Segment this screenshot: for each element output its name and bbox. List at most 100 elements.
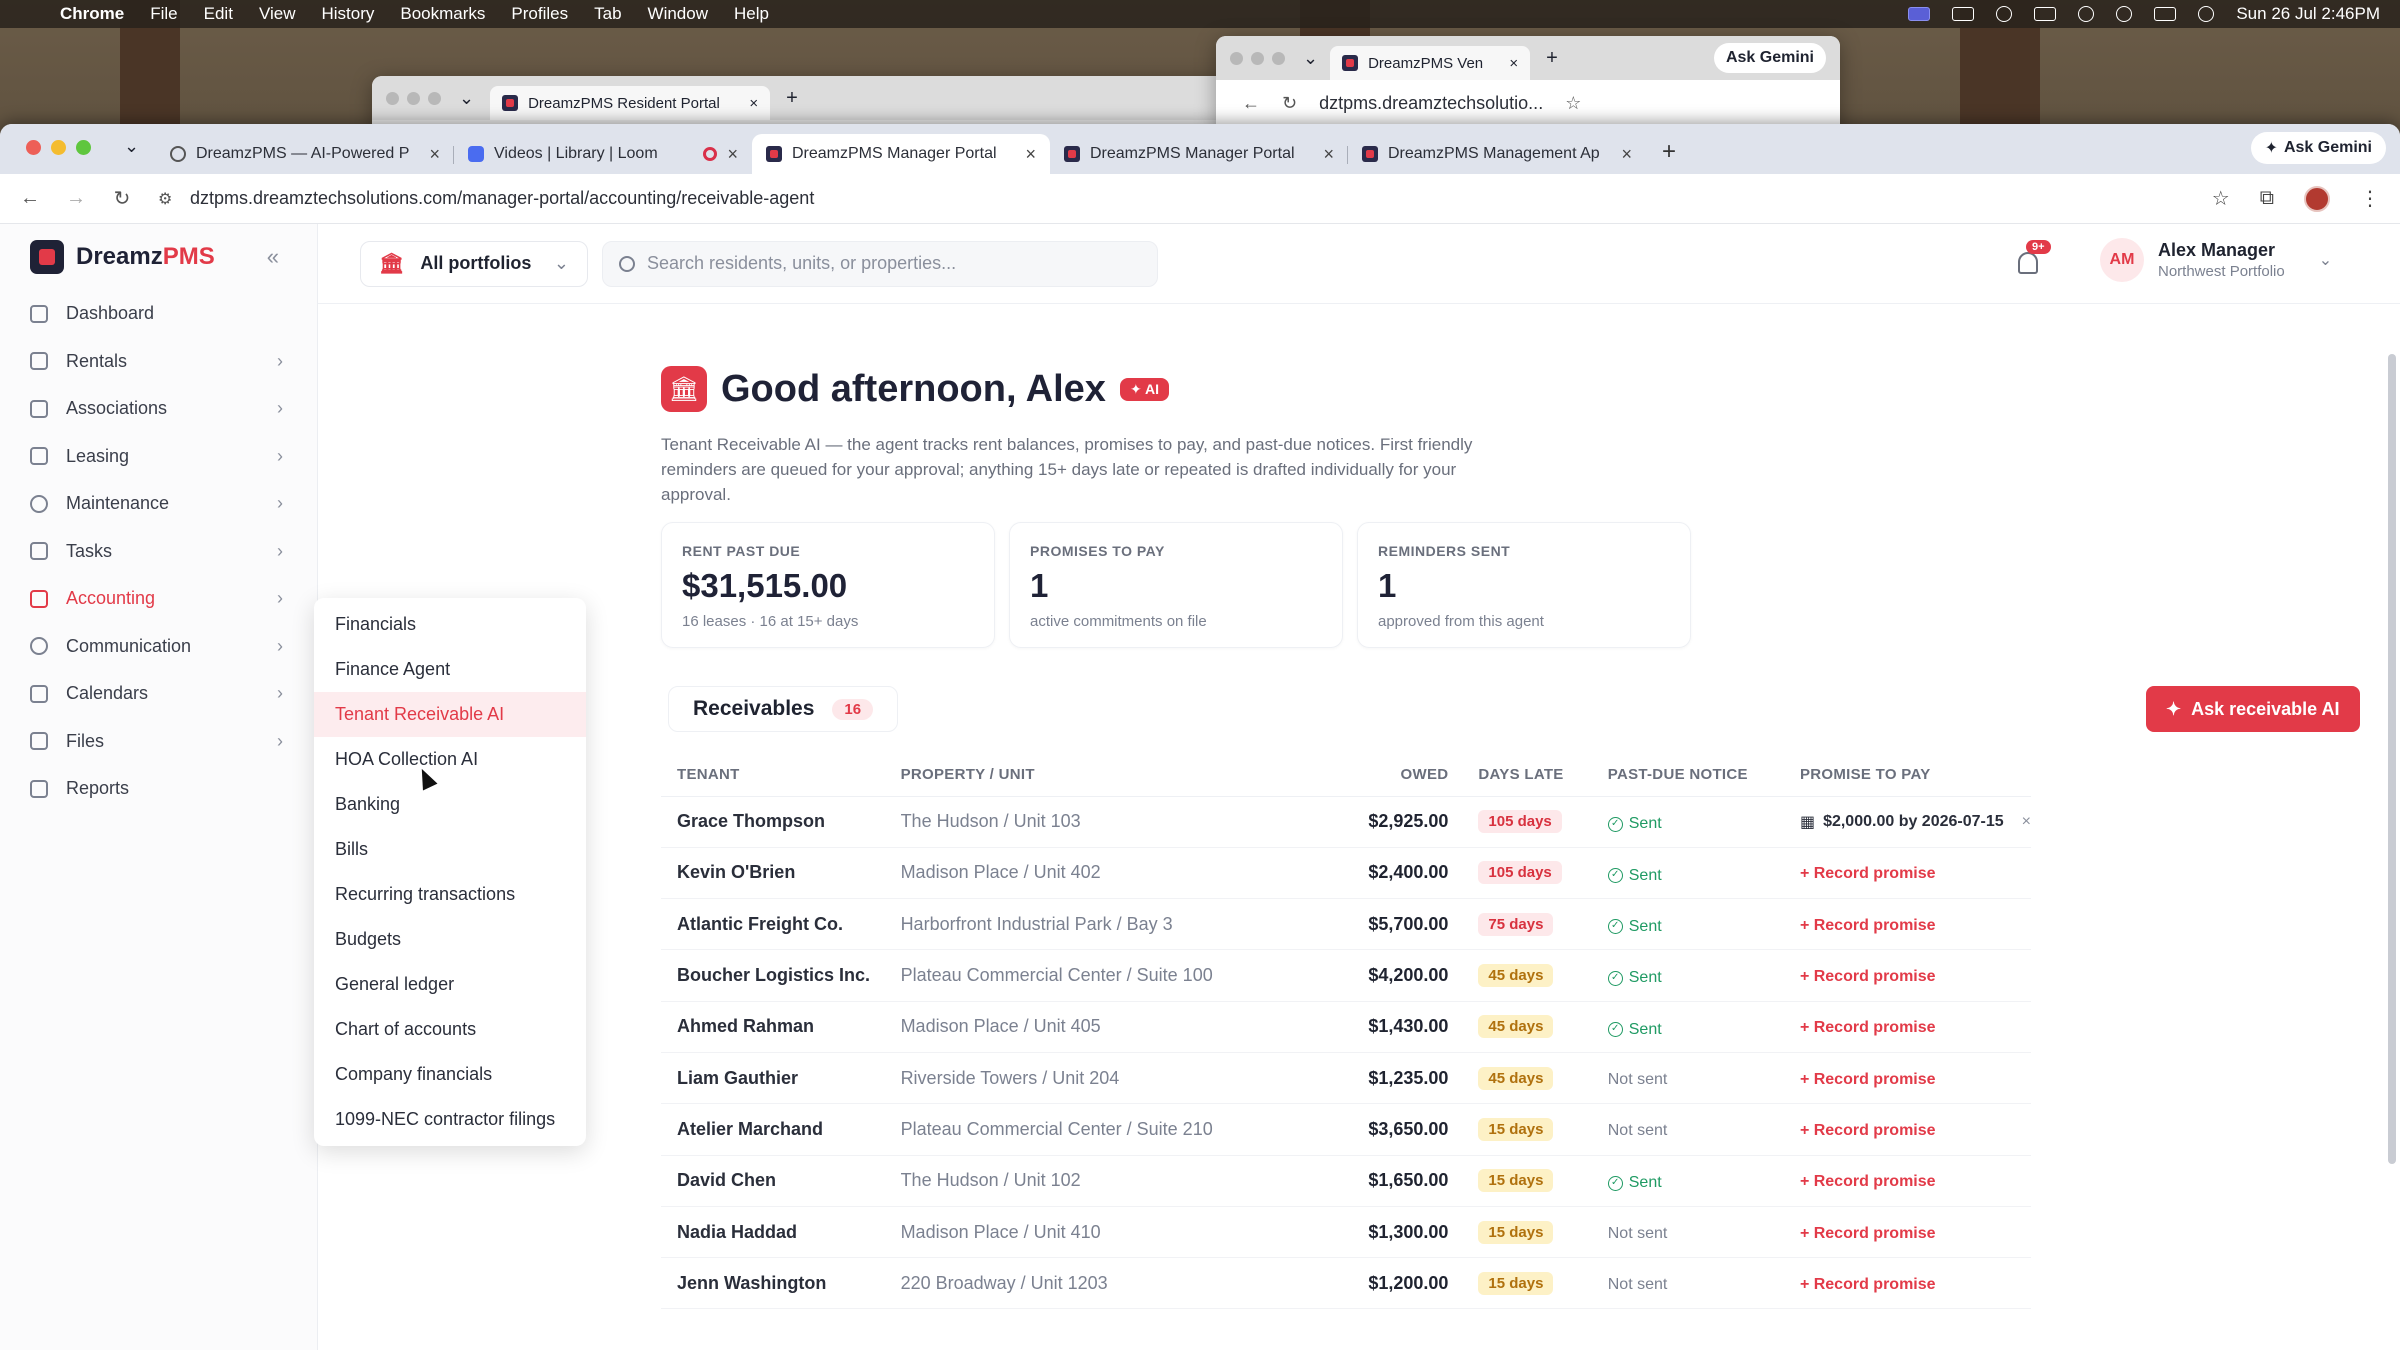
menu-window[interactable]: Window bbox=[648, 4, 708, 24]
tab-list-chevron-icon[interactable]: ⌄ bbox=[1303, 48, 1318, 69]
table-row[interactable]: Jenn Washington 220 Broadway / Unit 1203 $… bbox=[661, 1257, 2031, 1310]
new-tab-icon[interactable]: + bbox=[1546, 47, 1558, 70]
apple-icon[interactable] bbox=[20, 4, 38, 24]
tab-close-icon[interactable]: × bbox=[1621, 144, 1632, 165]
tab-close-icon[interactable]: × bbox=[1025, 144, 1036, 165]
tab-receivables[interactable]: Receivables 16 bbox=[668, 686, 899, 732]
back-icon[interactable]: ← bbox=[1242, 93, 1260, 114]
profile-avatar[interactable] bbox=[2304, 185, 2330, 212]
tab-list-chevron-icon[interactable]: ⌄ bbox=[459, 88, 474, 109]
siri-icon[interactable] bbox=[2198, 6, 2215, 22]
flyout-item-chart-of-accounts[interactable]: Chart of accounts bbox=[314, 1007, 586, 1052]
clock[interactable]: Sun 26 Jul 2:46PM bbox=[2236, 4, 2380, 24]
site-settings-icon[interactable]: ⚙ bbox=[158, 189, 176, 209]
close-window-button[interactable] bbox=[26, 140, 41, 155]
collapse-sidebar-icon[interactable]: « bbox=[267, 244, 279, 270]
table-row[interactable]: Nadia Haddad Madison Place / Unit 410 $1,3… bbox=[661, 1206, 2031, 1259]
sidebar-item-rentals[interactable]: Rentals › bbox=[0, 338, 317, 386]
sidebar-item-associations[interactable]: Associations › bbox=[0, 385, 317, 433]
column-header-owed[interactable]: OWED bbox=[1319, 754, 1479, 797]
tab-manager-portal-active[interactable]: DreamzPMS Manager Portal × bbox=[752, 134, 1050, 174]
sidebar-item-reports[interactable]: Reports bbox=[0, 765, 317, 813]
reload-icon[interactable]: ↻ bbox=[1282, 93, 1297, 114]
column-header-days-late[interactable]: DAYS LATE bbox=[1478, 754, 1608, 797]
remove-promise-icon[interactable]: × bbox=[2022, 813, 2031, 831]
tab-close-icon[interactable]: × bbox=[727, 144, 738, 165]
tab-list-chevron-icon[interactable]: ⌄ bbox=[124, 136, 139, 157]
menu-tab[interactable]: Tab bbox=[594, 4, 621, 24]
url-field[interactable]: dztpms.dreamztechsolutions.com/manager-p… bbox=[190, 188, 2212, 209]
forward-icon[interactable]: → bbox=[66, 187, 86, 210]
sidebar-item-dashboard[interactable]: Dashboard bbox=[0, 290, 317, 338]
table-row[interactable]: Ahmed Rahman Madison Place / Unit 405 $1,4… bbox=[661, 1001, 2031, 1053]
flyout-item-finance-agent[interactable]: Finance Agent bbox=[314, 647, 586, 692]
flyout-item-hoa-collection-ai[interactable]: HOA Collection AI bbox=[314, 737, 586, 782]
record-promise-link[interactable]: + Record promise bbox=[1800, 1071, 1936, 1088]
ask-gemini-button[interactable]: ✦ Ask Gemini bbox=[2250, 132, 2386, 164]
sidebar-item-communication[interactable]: Communication › bbox=[0, 623, 317, 671]
ask-receivable-ai-button[interactable]: ✦ Ask receivable AI bbox=[2146, 686, 2360, 732]
menu-edit[interactable]: Edit bbox=[204, 4, 233, 24]
tab-management-app[interactable]: DreamzPMS Management Ap × bbox=[1348, 134, 1646, 174]
flyout-item-tenant-receivable-ai[interactable]: Tenant Receivable AI bbox=[314, 692, 586, 737]
background-window-vendor[interactable]: ⌄ DreamzPMS Ven × + Ask Gemini ← ↻ dztpm… bbox=[1216, 36, 1840, 136]
record-promise-link[interactable]: + Record promise bbox=[1800, 1225, 1936, 1242]
table-row[interactable]: Liam Gauthier Riverside Towers / Unit 204… bbox=[661, 1052, 2031, 1105]
record-promise-link[interactable]: + Record promise bbox=[1800, 1122, 1936, 1139]
ask-gemini-button[interactable]: Ask Gemini bbox=[1713, 43, 1826, 73]
record-promise-link[interactable]: + Record promise bbox=[1800, 917, 1936, 934]
maximize-window-button[interactable] bbox=[76, 140, 91, 155]
sidebar-item-maintenance[interactable]: Maintenance › bbox=[0, 480, 317, 528]
display-icon[interactable] bbox=[1952, 7, 1975, 21]
portfolio-select[interactable]: 🏛 All portfolios ⌄ bbox=[360, 240, 588, 287]
table-row[interactable]: Kevin O'Brien Madison Place / Unit 402 $2,… bbox=[661, 847, 2031, 900]
brightness-icon[interactable] bbox=[1996, 6, 2013, 22]
table-row[interactable]: Boucher Logistics Inc. Plateau Commercial… bbox=[661, 949, 2031, 1002]
reload-icon[interactable]: ↻ bbox=[112, 186, 132, 211]
record-promise-link[interactable]: + Record promise bbox=[1800, 1173, 1936, 1190]
flyout-item-1099-filings[interactable]: 1099-NEC contractor filings bbox=[314, 1097, 586, 1142]
menu-profiles[interactable]: Profiles bbox=[511, 4, 568, 24]
flyout-item-bills[interactable]: Bills bbox=[314, 827, 586, 872]
minimize-window-button[interactable] bbox=[51, 140, 66, 155]
address-text[interactable]: dztpms.dreamztechsolutio... bbox=[1319, 93, 1543, 114]
tab-close-icon[interactable]: × bbox=[1509, 55, 1518, 72]
flyout-item-banking[interactable]: Banking bbox=[314, 782, 586, 827]
menu-bookmarks[interactable]: Bookmarks bbox=[400, 4, 485, 24]
sidebar-item-calendars[interactable]: Calendars › bbox=[0, 670, 317, 718]
tab-manager-portal[interactable]: DreamzPMS Manager Portal × bbox=[1050, 134, 1348, 174]
control-center-icon[interactable] bbox=[2154, 7, 2177, 21]
tab-close-icon[interactable]: × bbox=[749, 95, 758, 112]
search-input[interactable] bbox=[647, 253, 1127, 274]
tab-close-icon[interactable]: × bbox=[1323, 144, 1334, 165]
menu-view[interactable]: View bbox=[259, 4, 296, 24]
record-promise-link[interactable]: + Record promise bbox=[1800, 968, 1936, 985]
screen-record-icon[interactable] bbox=[1908, 7, 1931, 21]
table-row[interactable]: David Chen The Hudson / Unit 102 $1,650.00… bbox=[661, 1155, 2031, 1207]
menu-history[interactable]: History bbox=[321, 4, 374, 24]
flyout-item-company-financials[interactable]: Company financials bbox=[314, 1052, 586, 1097]
tab-dreamz-home[interactable]: DreamzPMS — AI-Powered P × bbox=[156, 134, 454, 174]
bookmark-star-icon[interactable]: ☆ bbox=[2212, 186, 2230, 211]
table-row[interactable]: Grace Thompson The Hudson / Unit 103 $2,92… bbox=[661, 796, 2031, 848]
battery-icon[interactable] bbox=[2034, 7, 2057, 21]
flyout-item-budgets[interactable]: Budgets bbox=[314, 917, 586, 962]
sidebar-item-files[interactable]: Files › bbox=[0, 718, 317, 766]
flyout-item-recurring-transactions[interactable]: Recurring transactions bbox=[314, 872, 586, 917]
flyout-item-financials[interactable]: Financials bbox=[314, 602, 586, 647]
record-promise-link[interactable]: + Record promise bbox=[1800, 1276, 1936, 1293]
record-promise-link[interactable]: + Record promise bbox=[1800, 1019, 1936, 1036]
column-header-promise-to-pay[interactable]: PROMISE TO PAY bbox=[1799, 754, 2031, 797]
wifi-icon[interactable] bbox=[2078, 6, 2095, 22]
tab-close-icon[interactable]: × bbox=[429, 144, 440, 165]
browser-menu-icon[interactable]: ⋮ bbox=[2360, 186, 2380, 211]
flyout-item-general-ledger[interactable]: General ledger bbox=[314, 962, 586, 1007]
bell-icon[interactable] bbox=[2018, 252, 2038, 274]
page-scrollbar[interactable] bbox=[2388, 354, 2396, 1164]
sidebar-item-accounting[interactable]: Accounting › bbox=[0, 575, 317, 623]
table-row[interactable]: Atlantic Freight Co. Harborfront Industri… bbox=[661, 898, 2031, 951]
back-icon[interactable]: ← bbox=[20, 187, 40, 210]
sidebar-item-leasing[interactable]: Leasing › bbox=[0, 433, 317, 481]
extensions-icon[interactable]: ⧉ bbox=[2260, 187, 2274, 210]
menu-file[interactable]: File bbox=[150, 4, 177, 24]
